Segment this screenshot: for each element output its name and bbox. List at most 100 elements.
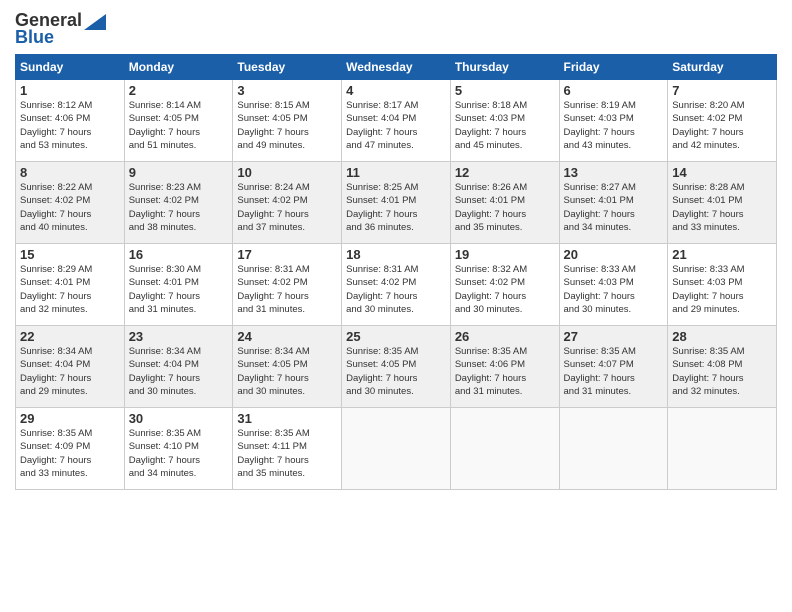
day-info: Sunrise: 8:23 AMSunset: 4:02 PMDaylight:… [129, 181, 229, 234]
calendar-cell: 19Sunrise: 8:32 AMSunset: 4:02 PMDayligh… [450, 244, 559, 326]
day-number: 29 [20, 411, 120, 426]
calendar-cell: 23Sunrise: 8:34 AMSunset: 4:04 PMDayligh… [124, 326, 233, 408]
weekday-header-friday: Friday [559, 55, 668, 80]
day-number: 14 [672, 165, 772, 180]
day-info: Sunrise: 8:32 AMSunset: 4:02 PMDaylight:… [455, 263, 555, 316]
calendar-cell: 12Sunrise: 8:26 AMSunset: 4:01 PMDayligh… [450, 162, 559, 244]
weekday-header-wednesday: Wednesday [342, 55, 451, 80]
day-number: 24 [237, 329, 337, 344]
calendar-week-row: 8Sunrise: 8:22 AMSunset: 4:02 PMDaylight… [16, 162, 777, 244]
day-number: 28 [672, 329, 772, 344]
day-number: 9 [129, 165, 229, 180]
day-info: Sunrise: 8:15 AMSunset: 4:05 PMDaylight:… [237, 99, 337, 152]
calendar-cell: 3Sunrise: 8:15 AMSunset: 4:05 PMDaylight… [233, 80, 342, 162]
calendar-cell: 8Sunrise: 8:22 AMSunset: 4:02 PMDaylight… [16, 162, 125, 244]
calendar-cell: 17Sunrise: 8:31 AMSunset: 4:02 PMDayligh… [233, 244, 342, 326]
day-number: 7 [672, 83, 772, 98]
day-number: 31 [237, 411, 337, 426]
calendar-cell: 28Sunrise: 8:35 AMSunset: 4:08 PMDayligh… [668, 326, 777, 408]
logo: General Blue [15, 10, 106, 48]
calendar-cell: 9Sunrise: 8:23 AMSunset: 4:02 PMDaylight… [124, 162, 233, 244]
day-number: 27 [564, 329, 664, 344]
weekday-header-tuesday: Tuesday [233, 55, 342, 80]
calendar-week-row: 1Sunrise: 8:12 AMSunset: 4:06 PMDaylight… [16, 80, 777, 162]
day-info: Sunrise: 8:18 AMSunset: 4:03 PMDaylight:… [455, 99, 555, 152]
calendar-cell: 11Sunrise: 8:25 AMSunset: 4:01 PMDayligh… [342, 162, 451, 244]
calendar-cell: 26Sunrise: 8:35 AMSunset: 4:06 PMDayligh… [450, 326, 559, 408]
day-number: 6 [564, 83, 664, 98]
day-number: 11 [346, 165, 446, 180]
day-info: Sunrise: 8:31 AMSunset: 4:02 PMDaylight:… [237, 263, 337, 316]
day-number: 1 [20, 83, 120, 98]
day-info: Sunrise: 8:30 AMSunset: 4:01 PMDaylight:… [129, 263, 229, 316]
calendar-cell: 6Sunrise: 8:19 AMSunset: 4:03 PMDaylight… [559, 80, 668, 162]
day-info: Sunrise: 8:27 AMSunset: 4:01 PMDaylight:… [564, 181, 664, 234]
day-info: Sunrise: 8:34 AMSunset: 4:04 PMDaylight:… [129, 345, 229, 398]
calendar-cell: 31Sunrise: 8:35 AMSunset: 4:11 PMDayligh… [233, 408, 342, 490]
calendar-week-row: 22Sunrise: 8:34 AMSunset: 4:04 PMDayligh… [16, 326, 777, 408]
day-info: Sunrise: 8:33 AMSunset: 4:03 PMDaylight:… [564, 263, 664, 316]
calendar-page: General Blue SundayMondayTuesdayWednesda… [0, 0, 792, 612]
day-number: 18 [346, 247, 446, 262]
weekday-header-saturday: Saturday [668, 55, 777, 80]
day-info: Sunrise: 8:19 AMSunset: 4:03 PMDaylight:… [564, 99, 664, 152]
day-info: Sunrise: 8:25 AMSunset: 4:01 PMDaylight:… [346, 181, 446, 234]
day-number: 16 [129, 247, 229, 262]
calendar-cell: 5Sunrise: 8:18 AMSunset: 4:03 PMDaylight… [450, 80, 559, 162]
calendar-cell: 13Sunrise: 8:27 AMSunset: 4:01 PMDayligh… [559, 162, 668, 244]
day-info: Sunrise: 8:34 AMSunset: 4:04 PMDaylight:… [20, 345, 120, 398]
calendar-cell: 20Sunrise: 8:33 AMSunset: 4:03 PMDayligh… [559, 244, 668, 326]
calendar-cell: 2Sunrise: 8:14 AMSunset: 4:05 PMDaylight… [124, 80, 233, 162]
day-number: 10 [237, 165, 337, 180]
calendar-cell: 21Sunrise: 8:33 AMSunset: 4:03 PMDayligh… [668, 244, 777, 326]
calendar-cell: 25Sunrise: 8:35 AMSunset: 4:05 PMDayligh… [342, 326, 451, 408]
day-info: Sunrise: 8:17 AMSunset: 4:04 PMDaylight:… [346, 99, 446, 152]
day-number: 19 [455, 247, 555, 262]
logo-blue: Blue [15, 27, 54, 48]
day-number: 21 [672, 247, 772, 262]
day-info: Sunrise: 8:35 AMSunset: 4:10 PMDaylight:… [129, 427, 229, 480]
calendar-week-row: 29Sunrise: 8:35 AMSunset: 4:09 PMDayligh… [16, 408, 777, 490]
day-info: Sunrise: 8:35 AMSunset: 4:07 PMDaylight:… [564, 345, 664, 398]
calendar-cell: 22Sunrise: 8:34 AMSunset: 4:04 PMDayligh… [16, 326, 125, 408]
day-number: 20 [564, 247, 664, 262]
day-info: Sunrise: 8:35 AMSunset: 4:05 PMDaylight:… [346, 345, 446, 398]
calendar-cell [450, 408, 559, 490]
day-number: 25 [346, 329, 446, 344]
header: General Blue [15, 10, 777, 48]
day-number: 12 [455, 165, 555, 180]
day-info: Sunrise: 8:12 AMSunset: 4:06 PMDaylight:… [20, 99, 120, 152]
calendar-cell [668, 408, 777, 490]
calendar-cell [559, 408, 668, 490]
calendar-cell [342, 408, 451, 490]
calendar-week-row: 15Sunrise: 8:29 AMSunset: 4:01 PMDayligh… [16, 244, 777, 326]
day-info: Sunrise: 8:35 AMSunset: 4:09 PMDaylight:… [20, 427, 120, 480]
day-number: 23 [129, 329, 229, 344]
day-info: Sunrise: 8:29 AMSunset: 4:01 PMDaylight:… [20, 263, 120, 316]
weekday-header-thursday: Thursday [450, 55, 559, 80]
day-number: 13 [564, 165, 664, 180]
day-number: 3 [237, 83, 337, 98]
calendar-cell: 14Sunrise: 8:28 AMSunset: 4:01 PMDayligh… [668, 162, 777, 244]
calendar-cell: 29Sunrise: 8:35 AMSunset: 4:09 PMDayligh… [16, 408, 125, 490]
day-info: Sunrise: 8:28 AMSunset: 4:01 PMDaylight:… [672, 181, 772, 234]
day-number: 17 [237, 247, 337, 262]
day-number: 15 [20, 247, 120, 262]
weekday-header-sunday: Sunday [16, 55, 125, 80]
day-info: Sunrise: 8:35 AMSunset: 4:11 PMDaylight:… [237, 427, 337, 480]
day-number: 22 [20, 329, 120, 344]
day-info: Sunrise: 8:24 AMSunset: 4:02 PMDaylight:… [237, 181, 337, 234]
day-info: Sunrise: 8:26 AMSunset: 4:01 PMDaylight:… [455, 181, 555, 234]
day-number: 4 [346, 83, 446, 98]
calendar-table: SundayMondayTuesdayWednesdayThursdayFrid… [15, 54, 777, 490]
calendar-cell: 30Sunrise: 8:35 AMSunset: 4:10 PMDayligh… [124, 408, 233, 490]
day-number: 26 [455, 329, 555, 344]
day-number: 8 [20, 165, 120, 180]
calendar-cell: 4Sunrise: 8:17 AMSunset: 4:04 PMDaylight… [342, 80, 451, 162]
calendar-cell: 27Sunrise: 8:35 AMSunset: 4:07 PMDayligh… [559, 326, 668, 408]
day-info: Sunrise: 8:22 AMSunset: 4:02 PMDaylight:… [20, 181, 120, 234]
day-info: Sunrise: 8:34 AMSunset: 4:05 PMDaylight:… [237, 345, 337, 398]
calendar-cell: 24Sunrise: 8:34 AMSunset: 4:05 PMDayligh… [233, 326, 342, 408]
calendar-cell: 16Sunrise: 8:30 AMSunset: 4:01 PMDayligh… [124, 244, 233, 326]
day-info: Sunrise: 8:35 AMSunset: 4:08 PMDaylight:… [672, 345, 772, 398]
